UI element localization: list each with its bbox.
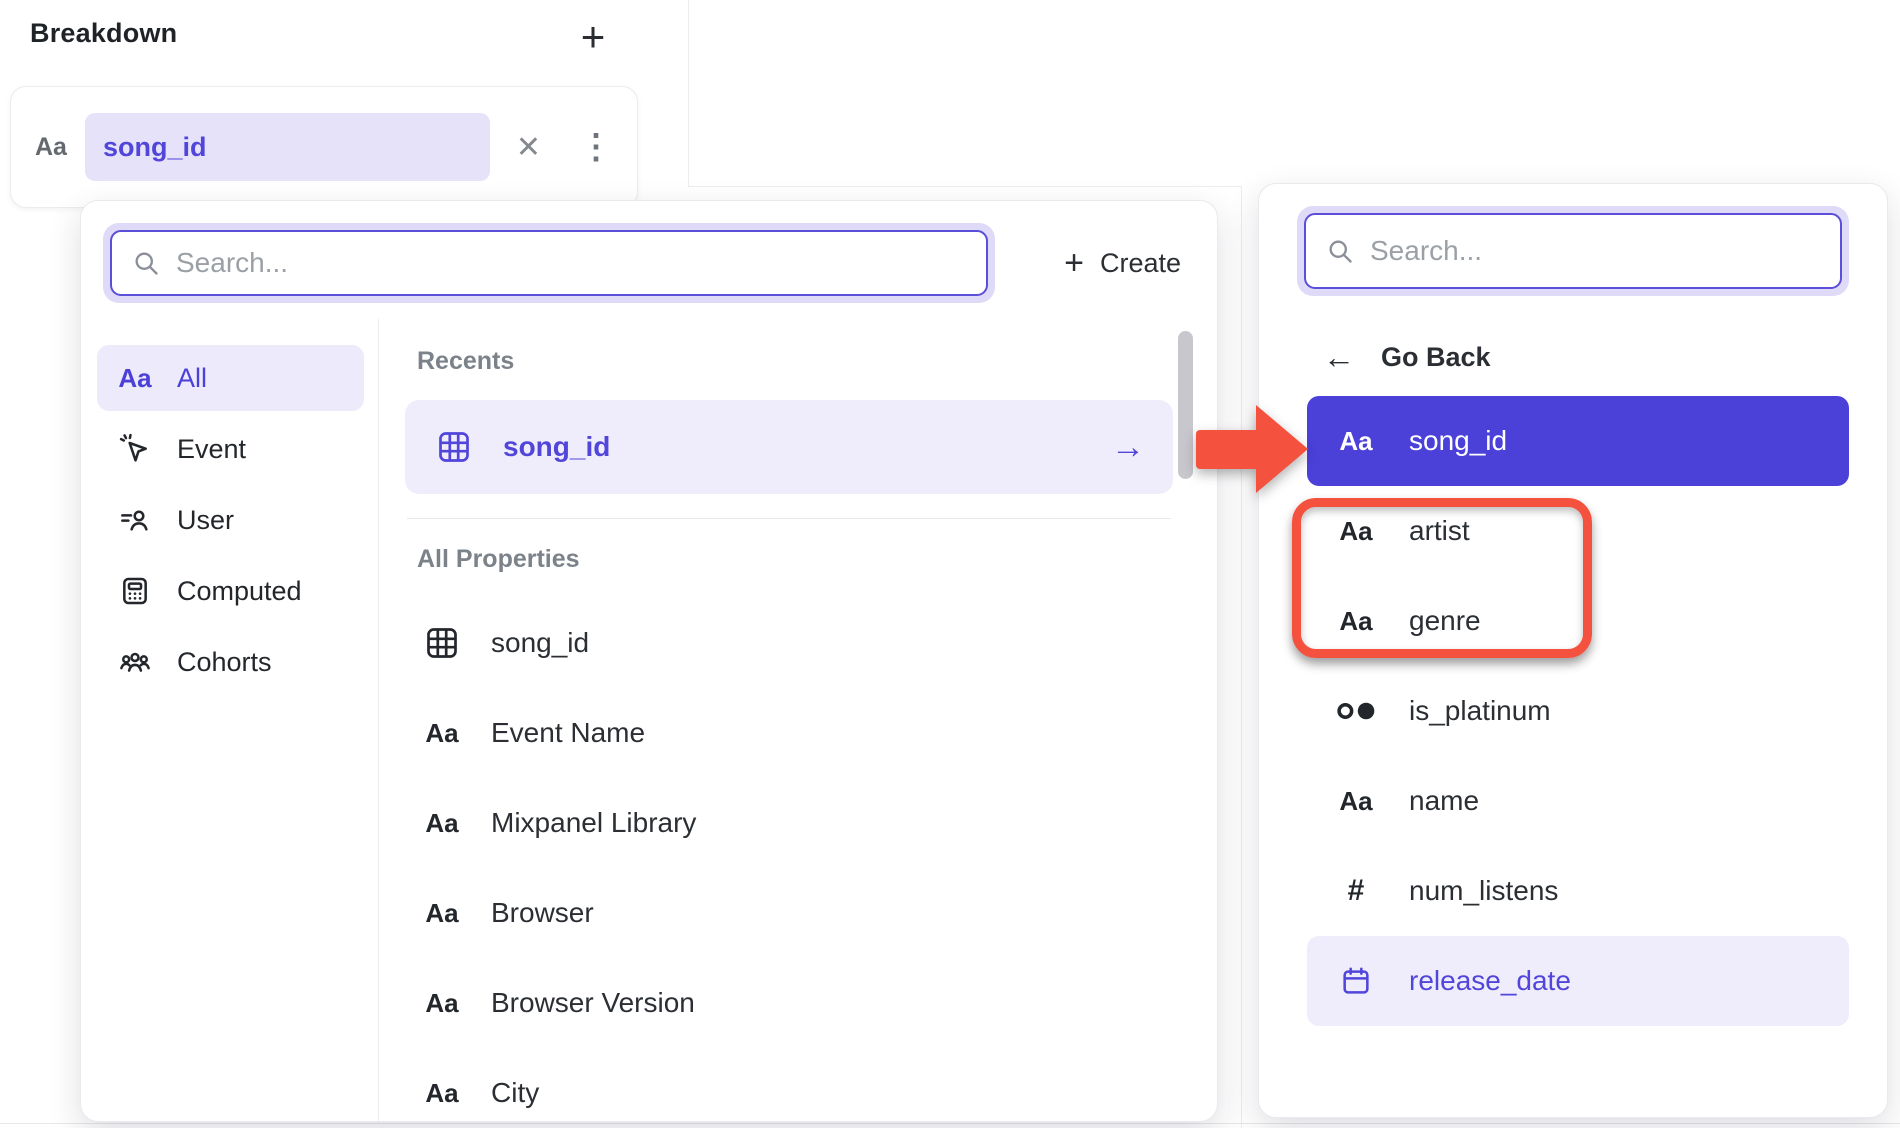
calculator-icon: [117, 575, 153, 607]
property-list: Recents song_id → All Properties song_id: [379, 319, 1217, 1121]
back-arrow-icon: ←: [1323, 339, 1355, 376]
search-box: [1304, 213, 1842, 289]
category-cohorts[interactable]: Cohorts: [97, 629, 364, 695]
text-type-icon: Aa: [1333, 518, 1379, 544]
table-property-is-platinum[interactable]: is_platinum: [1307, 666, 1849, 756]
background-divider: [0, 1123, 1900, 1124]
user-icon: [117, 504, 153, 536]
list-divider: [407, 518, 1171, 519]
grid-table-icon: [433, 429, 475, 465]
string-type-icon: Aa: [35, 133, 67, 162]
go-back-label: Go Back: [1381, 342, 1491, 373]
property-row-browser-version[interactable]: Aa Browser Version: [405, 958, 1173, 1048]
text-type-icon: Aa: [421, 990, 463, 1016]
breakdown-chip-song-id[interactable]: song_id: [85, 113, 490, 181]
all-properties-header: All Properties: [417, 545, 1173, 574]
boolean-type-icon: [1333, 698, 1379, 724]
search-focus-ring: [1297, 206, 1849, 296]
category-label: All: [177, 363, 207, 394]
table-property-label: num_listens: [1409, 875, 1558, 907]
property-label: Event Name: [491, 717, 645, 749]
text-type-icon: Aa: [421, 810, 463, 836]
text-type-icon: Aa: [421, 900, 463, 926]
search-icon: [132, 249, 160, 277]
search-input[interactable]: [176, 247, 966, 279]
table-property-song-id[interactable]: Aa song_id: [1307, 396, 1849, 486]
background-divider: [1241, 186, 1242, 1128]
table-property-label: genre: [1409, 605, 1481, 637]
property-drilldown-popover: ← Go Back Aa song_id Aa artist Aa genre …: [1258, 183, 1888, 1118]
create-property-button[interactable]: + Create: [1064, 246, 1181, 280]
text-type-icon: Aa: [1333, 608, 1379, 634]
table-property-list: Aa song_id Aa artist Aa genre is_platinu…: [1285, 396, 1861, 1026]
number-type-icon: #: [1333, 876, 1379, 906]
scrollbar-thumb[interactable]: [1178, 331, 1193, 479]
property-row-mixpanel-library[interactable]: Aa Mixpanel Library: [405, 778, 1173, 868]
category-sidebar: Aa All Event User: [81, 319, 378, 1121]
property-select-popover: + Create Aa All Event: [80, 200, 1218, 1122]
property-label: song_id: [491, 627, 589, 659]
table-property-label: is_platinum: [1409, 695, 1551, 727]
property-label: City: [491, 1077, 539, 1109]
category-all[interactable]: Aa All: [97, 345, 364, 411]
property-row-city[interactable]: Aa City: [405, 1048, 1173, 1122]
category-label: User: [177, 505, 234, 536]
breakdown-options-kebab-menu[interactable]: ⋮: [579, 130, 613, 164]
mixpanel-breakdown-property-picker: Breakdown + Aa song_id ✕ ⋮ + Create Aa: [0, 0, 1900, 1128]
popover-body: Aa All Event User: [81, 319, 1217, 1121]
table-property-label: artist: [1409, 515, 1470, 547]
create-button-label: Create: [1100, 248, 1181, 279]
event-cursor-icon: [117, 433, 153, 465]
text-type-icon: Aa: [1333, 788, 1379, 814]
search-row: + Create: [81, 201, 1217, 319]
property-label: Browser: [491, 897, 594, 929]
background-divider: [688, 186, 1241, 187]
property-row-song-id[interactable]: song_id: [405, 598, 1173, 688]
category-computed[interactable]: Computed: [97, 558, 364, 624]
table-property-artist[interactable]: Aa artist: [1307, 486, 1849, 576]
property-label: Browser Version: [491, 987, 695, 1019]
table-property-name[interactable]: Aa name: [1307, 756, 1849, 846]
search-input[interactable]: [1370, 235, 1820, 267]
table-property-label: release_date: [1409, 965, 1571, 997]
category-label: Cohorts: [177, 647, 272, 678]
remove-breakdown-button[interactable]: ✕: [516, 130, 541, 165]
grid-table-icon: [421, 625, 463, 661]
go-back-button[interactable]: ← Go Back: [1285, 330, 1861, 384]
text-type-icon: Aa: [1333, 428, 1379, 454]
add-breakdown-button[interactable]: +: [566, 10, 620, 64]
table-property-num-listens[interactable]: # num_listens: [1307, 846, 1849, 936]
drill-in-arrow-icon[interactable]: →: [1111, 428, 1145, 467]
property-label: Mixpanel Library: [491, 807, 696, 839]
text-type-icon: Aa: [421, 720, 463, 746]
table-property-label: name: [1409, 785, 1479, 817]
table-property-release-date[interactable]: release_date: [1307, 936, 1849, 1026]
breakdown-chip-card: Aa song_id ✕ ⋮: [10, 86, 638, 208]
cohorts-icon: [117, 646, 153, 678]
text-type-icon: Aa: [117, 365, 153, 391]
breakdown-section-title: Breakdown: [30, 18, 177, 49]
calendar-icon: [1333, 965, 1379, 997]
search-box: [110, 230, 988, 296]
search-icon: [1326, 237, 1354, 265]
category-event[interactable]: Event: [97, 416, 364, 482]
table-property-genre[interactable]: Aa genre: [1307, 576, 1849, 666]
category-user[interactable]: User: [97, 487, 364, 553]
background-divider: [688, 0, 689, 186]
search-focus-ring: [103, 223, 995, 303]
plus-icon: +: [1064, 246, 1084, 280]
table-property-label: song_id: [1409, 425, 1507, 457]
recents-header: Recents: [417, 347, 1173, 376]
category-label: Event: [177, 434, 246, 465]
recent-property-song-id[interactable]: song_id →: [405, 400, 1173, 494]
property-row-browser[interactable]: Aa Browser: [405, 868, 1173, 958]
category-label: Computed: [177, 576, 302, 607]
text-type-icon: Aa: [421, 1080, 463, 1106]
recent-property-label: song_id: [503, 431, 610, 463]
property-row-event-name[interactable]: Aa Event Name: [405, 688, 1173, 778]
